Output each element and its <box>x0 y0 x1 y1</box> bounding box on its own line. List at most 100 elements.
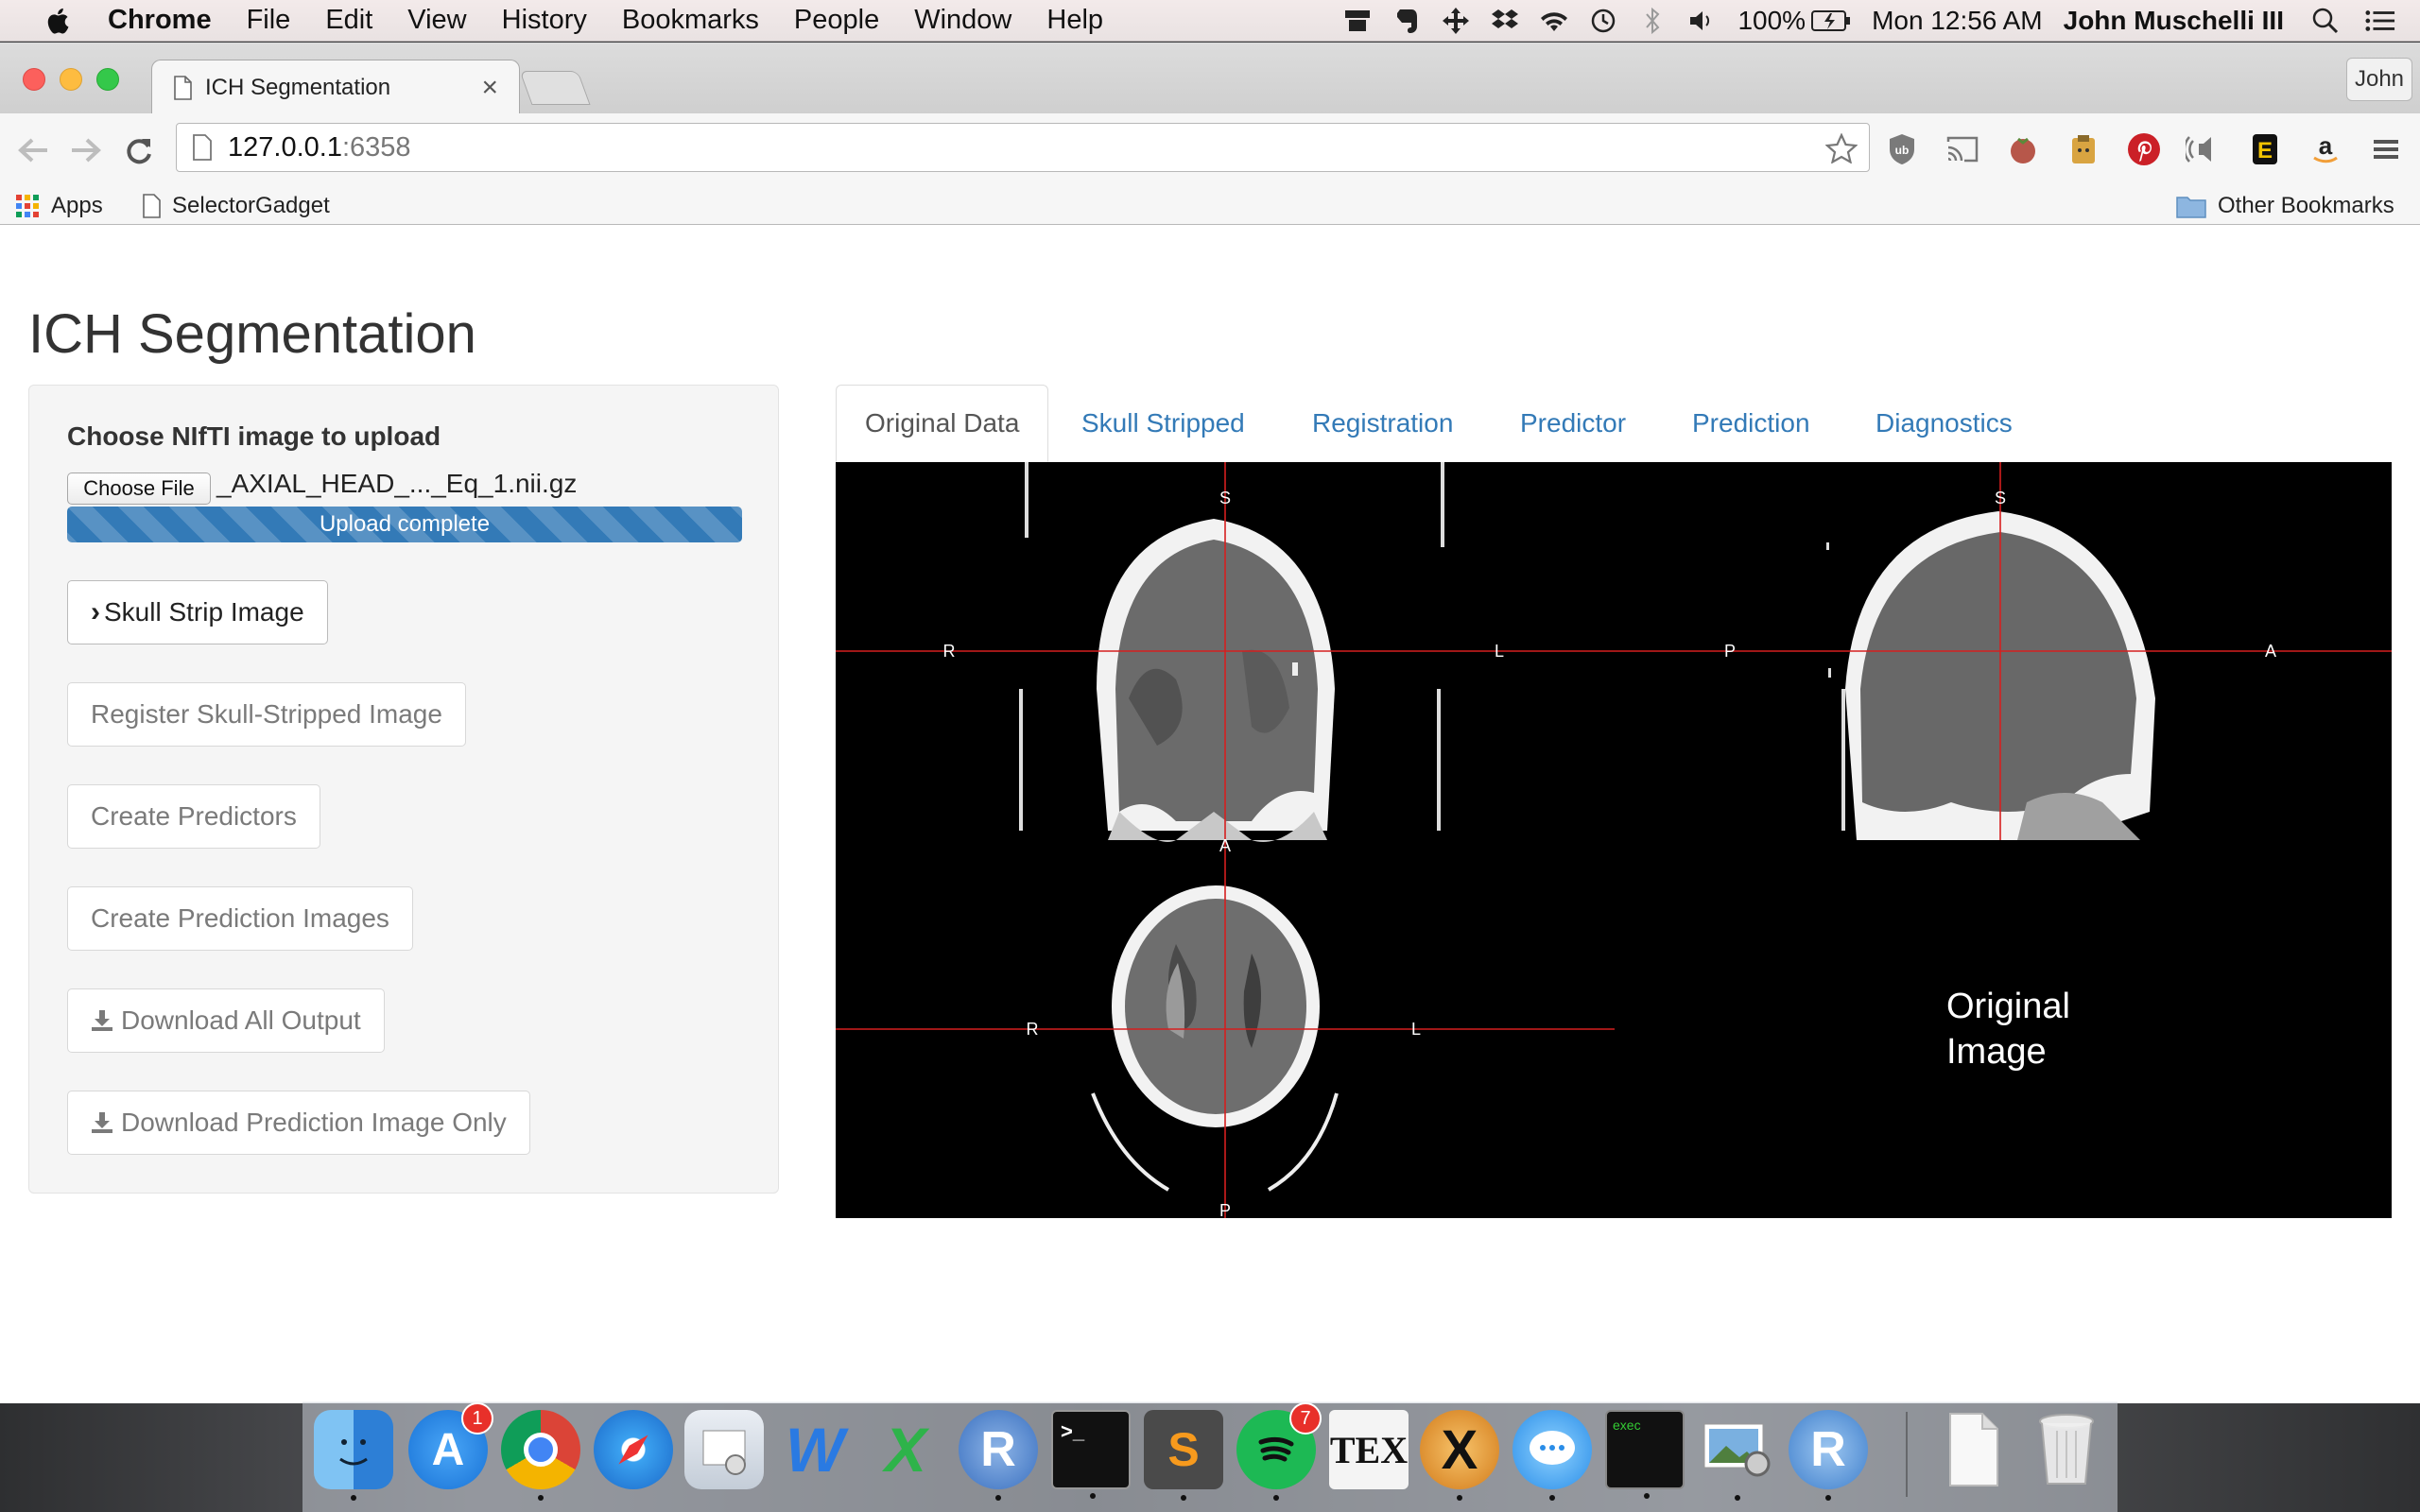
choose-file-button[interactable]: Choose File <box>67 472 211 505</box>
running-indicator <box>1549 1495 1555 1501</box>
menu-view[interactable]: View <box>407 5 466 36</box>
tomato-timer-icon[interactable] <box>2004 130 2042 168</box>
tab-predictor[interactable]: Predictor <box>1520 385 1626 462</box>
menu-clock[interactable]: Mon 12:56 AM <box>1872 6 2043 36</box>
tab-original-data[interactable]: Original Data <box>836 385 1049 462</box>
selected-file-name: _AXIAL_HEAD_..._Eq_1.nii.gz <box>216 469 578 498</box>
menu-user-name[interactable]: John Muschelli III <box>2064 6 2284 36</box>
menu-file[interactable]: File <box>247 5 291 36</box>
pinterest-icon[interactable] <box>2125 130 2163 168</box>
display-menu-icon[interactable] <box>1342 6 1373 36</box>
evernote-clipper-icon[interactable]: E <box>2246 130 2284 168</box>
preview-icon[interactable] <box>684 1410 764 1489</box>
spotlight-search-icon[interactable] <box>2310 6 2341 36</box>
reload-icon[interactable] <box>119 130 159 170</box>
menu-history[interactable]: History <box>502 5 587 36</box>
window-minimize-button[interactable] <box>60 68 82 91</box>
word-icon[interactable]: W <box>775 1410 855 1489</box>
window-zoom-button[interactable] <box>96 68 119 91</box>
menu-edit[interactable]: Edit <box>325 5 372 36</box>
orthographic-image-viewer[interactable]: S R L S P A A R L P Original Image <box>836 462 2392 1218</box>
tab-close-icon[interactable]: × <box>481 72 498 104</box>
ublock-icon[interactable]: ub <box>1883 130 1921 168</box>
exec-icon[interactable]: exec <box>1605 1410 1685 1499</box>
amazon-icon[interactable]: a <box>2307 130 2344 168</box>
skull-strip-button[interactable]: › Skull Strip Image <box>67 580 328 644</box>
trash-icon[interactable] <box>2027 1410 2106 1489</box>
wifi-icon[interactable] <box>1539 6 1569 36</box>
clipboard-extension-icon[interactable] <box>2065 130 2102 168</box>
sagittal-top-label: S <box>1995 489 2006 507</box>
tab-prediction[interactable]: Prediction <box>1692 385 1810 462</box>
running-indicator <box>1644 1493 1650 1499</box>
spotify-badge: 7 <box>1289 1402 1322 1435</box>
register-button[interactable]: Register Skull-Stripped Image <box>67 682 466 747</box>
sublime-glyph: S <box>1167 1423 1200 1476</box>
download-prediction-label: Download Prediction Image Only <box>121 1108 507 1137</box>
profile-button[interactable]: John <box>2346 58 2412 101</box>
coronal-right-label: L <box>1495 642 1504 661</box>
r-icon[interactable]: R <box>959 1410 1038 1501</box>
app-store-icon[interactable]: A 1 <box>408 1402 493 1489</box>
app-store-glyph: A <box>431 1424 465 1475</box>
messages-icon[interactable] <box>1512 1410 1592 1501</box>
cast-icon[interactable] <box>1944 130 1981 168</box>
download-all-button[interactable]: Download All Output <box>67 988 385 1053</box>
viewer-caption-line-2: Image <box>1946 1032 2047 1072</box>
document-icon[interactable] <box>1934 1410 2014 1489</box>
chrome-menu-icon[interactable] <box>2367 130 2405 168</box>
other-bookmarks[interactable]: Other Bookmarks <box>2176 191 2394 221</box>
terminal-icon[interactable]: >_ <box>1051 1410 1131 1499</box>
sublime-icon[interactable]: S <box>1144 1410 1223 1501</box>
time-machine-icon[interactable] <box>1588 6 1618 36</box>
bookmark-apps[interactable]: Apps <box>15 191 103 221</box>
running-indicator <box>1735 1495 1740 1501</box>
back-arrow-icon[interactable] <box>13 130 53 170</box>
volume-icon[interactable] <box>1686 6 1717 36</box>
bookmark-star-icon[interactable] <box>1825 133 1858 163</box>
download-icon <box>92 1010 112 1031</box>
address-bar[interactable]: 127.0.0.1:6358 <box>176 123 1870 172</box>
tab-diagnostics[interactable]: Diagnostics <box>1876 385 2013 462</box>
new-tab-button[interactable] <box>519 71 591 105</box>
forward-arrow-icon[interactable] <box>66 130 106 170</box>
create-prediction-images-button[interactable]: Create Prediction Images <box>67 886 413 951</box>
apple-menu-icon[interactable] <box>38 6 76 36</box>
tab-skull-stripped[interactable]: Skull Stripped <box>1081 385 1245 462</box>
page-info-icon[interactable] <box>192 134 213 161</box>
x11-icon[interactable]: X <box>1420 1410 1499 1501</box>
window-close-button[interactable] <box>23 68 45 91</box>
chrome-icon[interactable] <box>501 1410 580 1501</box>
rstudio-icon[interactable]: R <box>1789 1410 1868 1501</box>
menu-app-name[interactable]: Chrome <box>108 5 212 36</box>
download-prediction-button[interactable]: Download Prediction Image Only <box>67 1091 530 1155</box>
url-port: :6358 <box>341 131 411 163</box>
evernote-icon[interactable] <box>1392 6 1422 36</box>
photo-icon[interactable] <box>1698 1410 1777 1501</box>
finder-icon[interactable] <box>314 1410 393 1501</box>
battery-icon[interactable] <box>1811 6 1851 36</box>
bluetooth-icon[interactable] <box>1637 6 1668 36</box>
tab-registration[interactable]: Registration <box>1312 385 1453 462</box>
browser-tab-active[interactable]: ICH Segmentation × <box>151 60 520 114</box>
app-store-badge: 1 <box>461 1402 493 1435</box>
coronal-top-label: S <box>1219 489 1231 507</box>
audio-extension-icon[interactable] <box>2186 130 2223 168</box>
excel-icon[interactable]: X <box>866 1410 945 1489</box>
menu-window[interactable]: Window <box>914 5 1011 36</box>
notification-center-icon[interactable] <box>2365 6 2395 36</box>
safari-icon[interactable] <box>594 1410 673 1489</box>
bookmark-selectorgadget-label: SelectorGadget <box>172 193 330 218</box>
move-arrows-icon[interactable] <box>1441 6 1471 36</box>
spotify-icon[interactable]: 7 <box>1236 1402 1322 1501</box>
bookmark-selectorgadget[interactable]: SelectorGadget <box>142 191 330 221</box>
rstudio-glyph: R <box>1810 1422 1846 1477</box>
menu-bookmarks[interactable]: Bookmarks <box>622 5 759 36</box>
tex-icon[interactable]: TEX <box>1329 1410 1409 1489</box>
menu-people[interactable]: People <box>794 5 879 36</box>
create-predictors-button[interactable]: Create Predictors <box>67 784 320 849</box>
skull-strip-label: Skull Strip Image <box>104 597 304 627</box>
dropbox-icon[interactable] <box>1490 6 1520 36</box>
menu-help[interactable]: Help <box>1046 5 1103 36</box>
upload-progress-bar: Upload complete <box>67 507 742 542</box>
